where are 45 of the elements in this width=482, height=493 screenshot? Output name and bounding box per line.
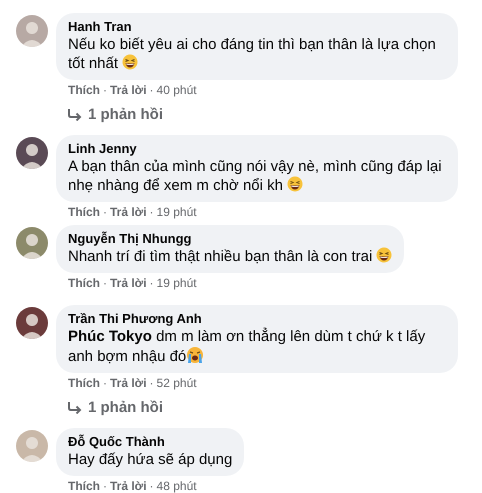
like-link[interactable]: Thích [68,81,100,99]
comment-author[interactable]: Trần Thi Phương Anh [68,311,446,326]
laughing-emoji-icon [122,54,138,70]
reply-link[interactable]: Trả lời [110,374,147,392]
separator-dot: · [150,478,154,493]
comment-author[interactable]: Hanh Tran [68,19,446,34]
reply-link[interactable]: Trả lời [110,81,147,99]
like-link[interactable]: Thích [68,274,100,292]
avatar[interactable] [16,137,48,169]
avatar[interactable] [16,307,48,339]
comment-text: Nhanh trí đi tìm thật nhiều bạn thân là con trai [68,247,392,266]
comment-text: Phúc Tokyo dm m làm ơn thẳng lên dùm t chứ k t lấy anh bợm nhậu đó [68,327,426,366]
separator-dot: · [150,82,154,99]
separator-dot: · [103,375,107,392]
like-link[interactable]: Thích [68,203,100,221]
reply-arrow-icon [68,402,82,414]
separator-dot: · [150,375,154,392]
separator-dot: · [103,82,107,99]
comment-text: A bạn thân của mình cũng nói vậy nè, mình cũng đáp lại nhẹ nhàng để xem m chờ nổi kh [68,157,443,195]
reply-link[interactable]: Trả lời [110,274,147,292]
comment-author[interactable]: Nguyễn Thị Nhungg [68,231,392,246]
comment-author[interactable]: Đỗ Quốc Thành [68,434,232,449]
replies-link[interactable]: 1 phản hồi [68,399,163,417]
reply-arrow-icon [68,109,82,121]
crying-emoji-icon [186,346,204,364]
comment-text: Nếu ko biết yêu ai cho đáng tin thì bạn thân là lựa chọn tốt nhất [68,35,437,73]
replies-link[interactable]: 1 phản hồi [68,106,163,124]
comment-text: Hay đấy hứa sẽ áp dụng [68,450,232,469]
laughing-emoji-icon [376,247,392,263]
comment-author[interactable]: Linh Jenny [68,141,446,156]
separator-dot: · [103,204,107,221]
like-link[interactable]: Thích [68,374,100,392]
reply-link[interactable]: Trả lời [110,477,147,493]
timestamp: 40 phút [156,82,197,99]
timestamp: 52 phút [156,375,197,392]
reply-link[interactable]: Trả lời [110,203,147,221]
timestamp: 48 phút [156,478,197,493]
separator-dot: · [103,275,107,292]
like-link[interactable]: Thích [68,477,100,493]
laughing-emoji-icon [286,176,303,192]
separator-dot: · [150,204,154,221]
separator-dot: · [103,478,107,493]
timestamp: 19 phút [156,275,197,292]
timestamp: 19 phút [156,204,197,221]
separator-dot: · [150,275,154,292]
